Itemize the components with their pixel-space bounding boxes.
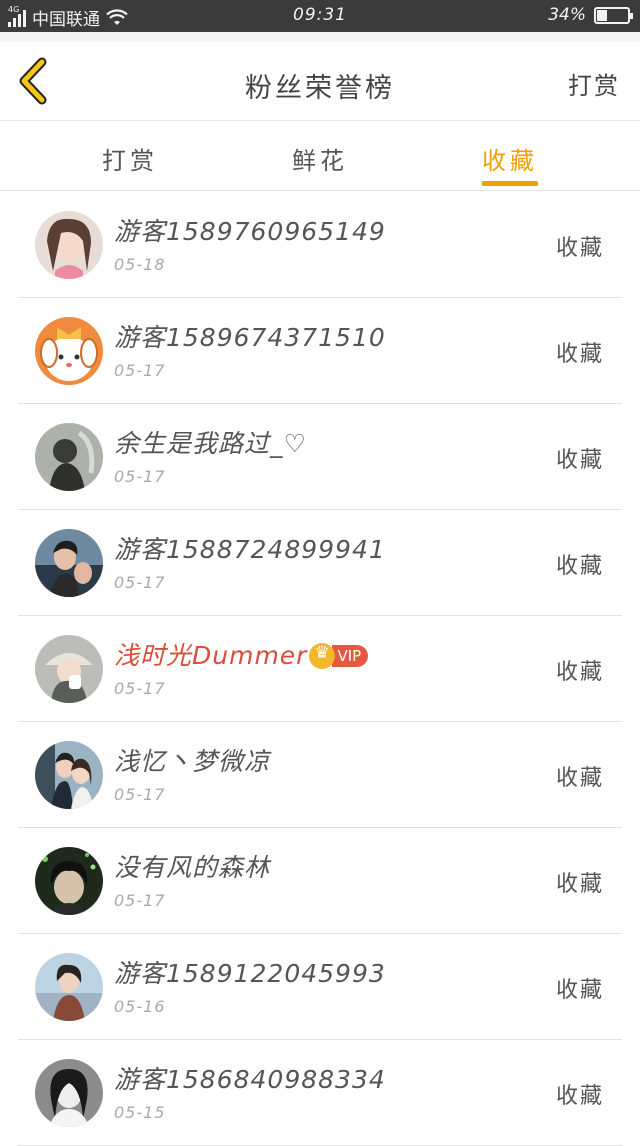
fan-name: 游客15868409883​34 bbox=[114, 1065, 386, 1094]
tab-tip[interactable]: 打赏 bbox=[70, 141, 190, 176]
fan-date: 05-16 bbox=[114, 997, 166, 1016]
list-item[interactable]: 游客15891220459​93 05-16 收藏 bbox=[18, 934, 622, 1040]
favorite-label: 收藏 bbox=[555, 1084, 604, 1109]
avatar[interactable] bbox=[35, 529, 103, 597]
favorite-label: 收藏 bbox=[555, 236, 604, 261]
tab-flowers[interactable]: 鲜花 bbox=[260, 141, 380, 176]
avatar[interactable] bbox=[35, 211, 103, 279]
fan-date: 05-15 bbox=[114, 1103, 166, 1122]
vip-badge: VIP bbox=[332, 645, 369, 667]
avatar[interactable] bbox=[35, 847, 103, 915]
favorite-label: 收藏 bbox=[555, 660, 604, 685]
favorite-label: 收藏 bbox=[555, 872, 604, 897]
avatar[interactable] bbox=[35, 1059, 103, 1127]
status-bar: 4G 中国联通 09:31 34% bbox=[0, 0, 640, 32]
page-title: 粉丝荣誉榜 bbox=[245, 73, 395, 104]
list-item[interactable]: 余生是我路过_♡ 05-17 收藏 bbox=[18, 404, 622, 510]
list-item[interactable]: 游客15868409883​34 05-15 收藏 bbox=[18, 1040, 622, 1146]
list-item[interactable]: 浅忆丶梦微凉 05-17 收藏 bbox=[18, 722, 622, 828]
fan-name: 游客15897609651​49 bbox=[114, 217, 386, 246]
fan-date: 05-17 bbox=[114, 467, 166, 486]
clock: 09:31 bbox=[293, 5, 347, 25]
fan-name-text: 浅时光Dummer bbox=[114, 641, 308, 670]
fan-name: 浅忆丶梦微凉 bbox=[114, 747, 271, 776]
fan-list: 游客15897609651​49 05-18 收藏 游客15896743715​… bbox=[18, 192, 622, 1146]
list-item[interactable]: 浅时光Dummer VIP 05-17 收藏 bbox=[18, 616, 622, 722]
fan-date: 05-17 bbox=[114, 361, 166, 380]
tab-favorites[interactable]: 收藏 bbox=[450, 141, 570, 186]
list-item[interactable]: 游客15887248999​41 05-17 收藏 bbox=[18, 510, 622, 616]
fan-name: 没有风的森林 bbox=[114, 853, 271, 882]
fan-date: 05-18 bbox=[114, 255, 166, 274]
avatar[interactable] bbox=[35, 741, 103, 809]
fan-date: 05-17 bbox=[114, 891, 166, 910]
favorite-label: 收藏 bbox=[555, 978, 604, 1003]
header-gap bbox=[0, 32, 640, 42]
status-right: 34% bbox=[548, 5, 633, 25]
battery-percent: 34% bbox=[548, 5, 586, 25]
favorite-label: 收藏 bbox=[555, 766, 604, 791]
favorite-label: 收藏 bbox=[555, 448, 604, 473]
list-item[interactable]: 游客15896743715​10 05-17 收藏 bbox=[18, 298, 622, 404]
list-item[interactable]: 没有风的森林 05-17 收藏 bbox=[18, 828, 622, 934]
avatar[interactable] bbox=[35, 635, 103, 703]
avatar[interactable] bbox=[35, 317, 103, 385]
battery-icon bbox=[594, 6, 633, 24]
fan-name: 游客15887248999​41 bbox=[114, 535, 386, 564]
avatar[interactable] bbox=[35, 423, 103, 491]
fan-name: 游客15896743715​10 bbox=[114, 323, 386, 352]
fan-name: 余生是我路过_♡ bbox=[114, 429, 307, 458]
fan-date: 05-17 bbox=[114, 679, 166, 698]
favorite-label: 收藏 bbox=[555, 554, 604, 579]
fan-date: 05-17 bbox=[114, 573, 166, 592]
list-item[interactable]: 游客15897609651​49 05-18 收藏 bbox=[18, 192, 622, 298]
favorite-label: 收藏 bbox=[555, 342, 604, 367]
nav-bar: 粉丝荣誉榜 打赏 bbox=[0, 42, 640, 121]
tab-bar: 打赏 鲜花 收藏 bbox=[0, 121, 640, 191]
fan-name: 浅时光Dummer VIP bbox=[114, 636, 369, 672]
fan-date: 05-17 bbox=[114, 785, 166, 804]
avatar[interactable] bbox=[35, 953, 103, 1021]
tip-button[interactable]: 打赏 bbox=[568, 66, 620, 101]
fan-name: 游客15891220459​93 bbox=[114, 959, 386, 988]
